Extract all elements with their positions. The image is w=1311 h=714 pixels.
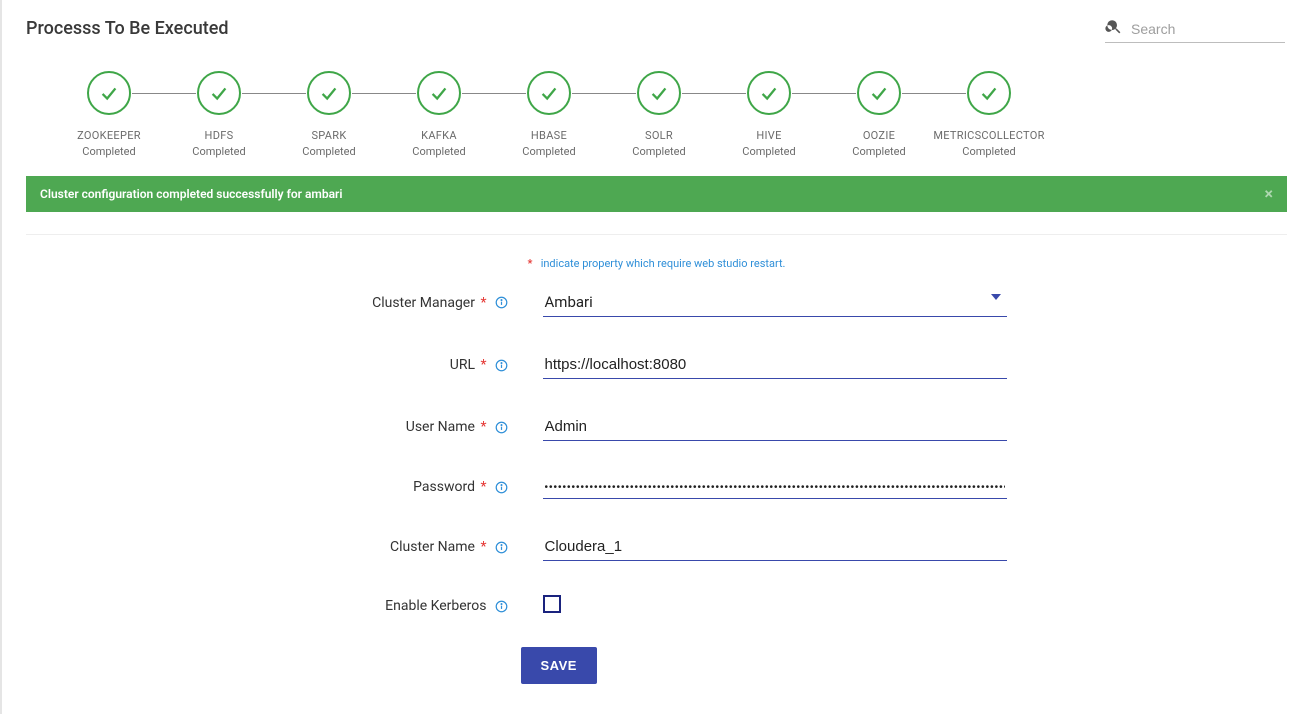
check-icon [87, 71, 131, 115]
check-icon [307, 71, 351, 115]
step-label: METRICSCOLLECTOR [933, 129, 1044, 142]
check-icon [967, 71, 1011, 115]
step-label: HBASE [531, 129, 567, 142]
step-zookeeper: ZOOKEEPER Completed [54, 71, 164, 158]
username-input[interactable] [543, 413, 1007, 441]
step-kafka: KAFKA Completed [384, 71, 494, 158]
password-input[interactable] [543, 477, 1007, 499]
enable-kerberos-checkbox[interactable] [543, 595, 561, 613]
cluster-name-label: Cluster Name * [307, 539, 487, 555]
info-icon[interactable] [495, 540, 509, 554]
enable-kerberos-label: Enable Kerberos [307, 598, 487, 614]
step-label: SOLR [645, 129, 673, 142]
alert-message: Cluster configuration completed successf… [40, 187, 342, 201]
info-icon[interactable] [495, 296, 509, 310]
info-icon[interactable] [495, 358, 509, 372]
step-status: Completed [302, 145, 355, 158]
url-input[interactable] [543, 351, 1007, 379]
restart-hint: * indicate property which require web st… [26, 257, 1287, 270]
step-label: ZOOKEEPER [77, 129, 141, 142]
check-icon [527, 71, 571, 115]
check-icon [857, 71, 901, 115]
step-hive: HIVE Completed [714, 71, 824, 158]
cluster-manager-select[interactable]: Ambari [543, 288, 1007, 317]
step-status: Completed [522, 145, 575, 158]
save-button[interactable]: SAVE [521, 647, 597, 684]
step-label: OOZIE [863, 129, 895, 142]
step-hbase: HBASE Completed [494, 71, 604, 158]
section-divider [26, 234, 1287, 235]
step-label: SPARK [311, 129, 346, 142]
search-input[interactable] [1129, 20, 1285, 38]
step-label: HIVE [756, 129, 781, 142]
password-label: Password * [307, 479, 487, 495]
step-status: Completed [632, 145, 685, 158]
close-icon[interactable]: × [1265, 186, 1274, 202]
step-status: Completed [82, 145, 135, 158]
step-status: Completed [192, 145, 245, 158]
check-icon [197, 71, 241, 115]
step-spark: SPARK Completed [274, 71, 384, 158]
step-hdfs: HDFS Completed [164, 71, 274, 158]
chevron-down-icon [991, 294, 1001, 300]
step-label: KAFKA [421, 129, 457, 142]
search-icon [1105, 18, 1123, 40]
check-icon [637, 71, 681, 115]
step-status: Completed [962, 145, 1015, 158]
info-icon[interactable] [495, 480, 509, 494]
hint-text: indicate property which require web stud… [541, 257, 786, 270]
step-label: HDFS [205, 129, 234, 142]
step-status: Completed [852, 145, 905, 158]
step-solr: SOLR Completed [604, 71, 714, 158]
check-icon [417, 71, 461, 115]
url-label: URL * [307, 357, 487, 373]
check-icon [747, 71, 791, 115]
step-status: Completed [412, 145, 465, 158]
required-star: * [528, 257, 533, 270]
cluster-form: Cluster Manager * Ambari URL * Use [307, 288, 1007, 684]
cluster-name-input[interactable] [543, 533, 1007, 561]
step-status: Completed [742, 145, 795, 158]
success-alert: Cluster configuration completed successf… [26, 176, 1287, 212]
page-title: Processs To Be Executed [26, 18, 229, 39]
step-oozie: OOZIE Completed [824, 71, 934, 158]
info-icon[interactable] [495, 420, 509, 434]
info-icon[interactable] [495, 599, 509, 613]
cluster-manager-label: Cluster Manager * [307, 295, 487, 311]
username-label: User Name * [307, 419, 487, 435]
process-stepper: ZOOKEEPER Completed HDFS Completed SPARK Comp… [54, 71, 1287, 158]
search-field[interactable] [1105, 18, 1285, 43]
step-metricscollector: METRICSCOLLECTOR Completed [934, 71, 1044, 158]
